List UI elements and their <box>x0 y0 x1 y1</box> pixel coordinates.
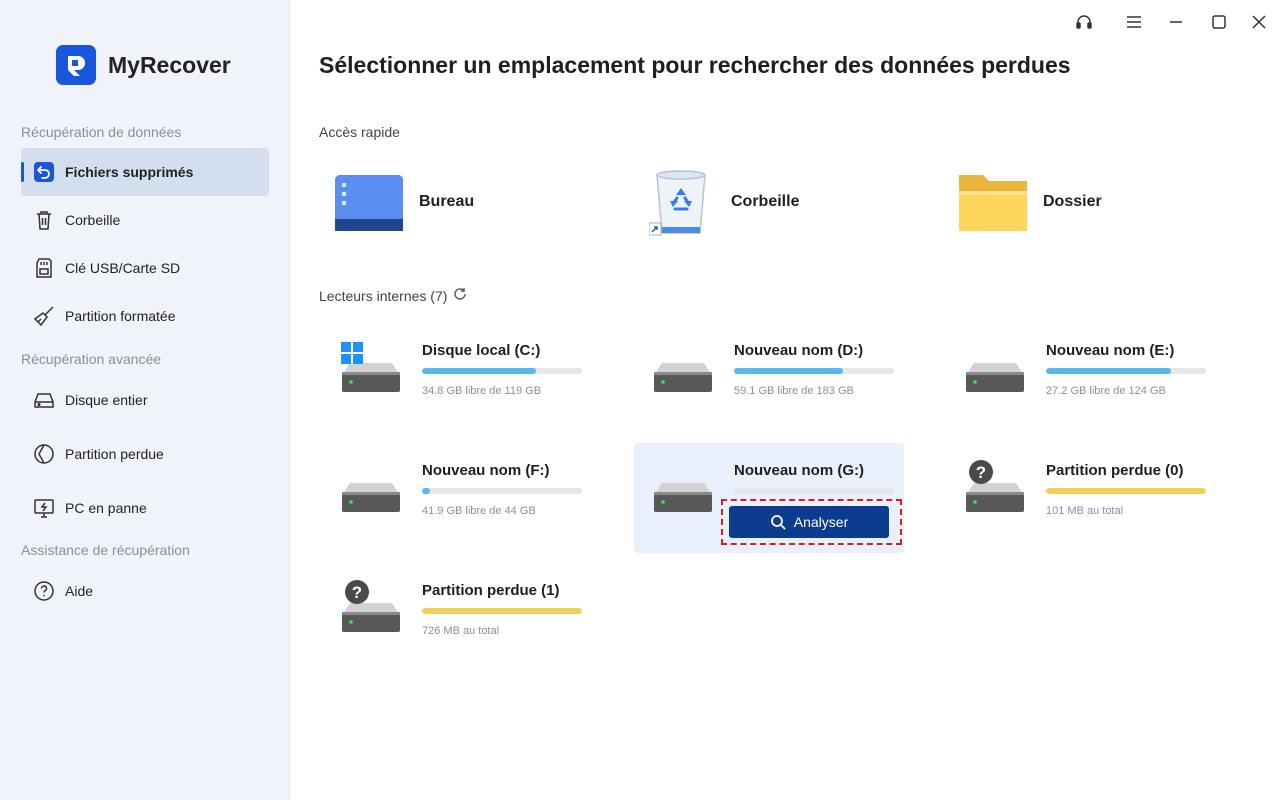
recycle-bin-icon <box>643 164 719 240</box>
help-icon <box>32 579 56 603</box>
drive-capacity: 41.9 GB libre de 44 GB <box>422 505 536 517</box>
lost-partition-drive-icon: ? <box>342 580 414 645</box>
trash-icon <box>32 208 56 232</box>
drive-capacity: 101 MB au total <box>1046 505 1124 517</box>
drive-name: Partition perdue (1) <box>422 582 560 599</box>
sidebar: MyRecover Récupération de données Fichie… <box>0 0 290 800</box>
sidebar-item-lost-partition[interactable]: Partition perdue <box>21 430 269 478</box>
section-title-advanced-recovery: Récupération avancée <box>21 351 162 367</box>
sidebar-item-label: Partition formatée <box>65 308 176 324</box>
drive-usage-bar <box>422 488 582 494</box>
desktop-icon <box>331 164 407 240</box>
section-title-recovery-assistance: Assistance de récupération <box>21 542 190 558</box>
sidebar-item-crashed-pc[interactable]: PC en panne <box>21 484 269 532</box>
drive-usage-bar <box>1046 488 1206 494</box>
hard-disk-icon <box>32 388 56 412</box>
hard-drive-icon <box>654 345 726 405</box>
refresh-icon[interactable] <box>453 287 469 303</box>
quick-item-recycle-bin[interactable]: Corbeille <box>643 164 943 240</box>
lost-partition-icon <box>32 442 56 466</box>
quick-item-label: Corbeille <box>731 193 800 210</box>
crashed-pc-icon <box>32 496 56 520</box>
drive-card[interactable]: ? Partition perdue (1) 726 MB au total <box>322 563 592 673</box>
sidebar-item-formatted-partition[interactable]: Partition formatée <box>21 292 269 340</box>
drive-usage-fill <box>734 368 843 374</box>
sidebar-item-label: Corbeille <box>65 212 121 228</box>
drive-usage-bar <box>734 368 894 374</box>
scan-button[interactable]: Analyser <box>729 506 889 538</box>
sidebar-item-help[interactable]: Aide <box>21 567 269 615</box>
hard-drive-icon <box>966 345 1038 405</box>
drive-capacity: 59.1 GB libre de 183 GB <box>734 385 854 397</box>
drive-usage-fill <box>422 608 582 614</box>
close-icon[interactable] <box>1247 10 1271 34</box>
folder-icon <box>955 164 1031 240</box>
minimize-icon[interactable] <box>1164 10 1188 34</box>
drive-card[interactable]: Disque local (C:) 34.8 GB libre de 119 GB <box>322 323 592 433</box>
svg-text:?: ? <box>976 463 986 482</box>
section-title-data-recovery: Récupération de données <box>21 124 182 140</box>
drive-usage-bar <box>734 488 894 494</box>
drive-card[interactable]: Nouveau nom (E:) 27.2 GB libre de 124 GB <box>946 323 1216 433</box>
quick-item-desktop[interactable]: Bureau <box>331 164 631 240</box>
page-title: Sélectionner un emplacement pour recherc… <box>319 52 1071 78</box>
drive-capacity: 27.2 GB libre de 124 GB <box>1046 385 1166 397</box>
sidebar-item-usb-sd[interactable]: Clé USB/Carte SD <box>21 244 269 292</box>
drive-capacity: 726 MB au total <box>422 625 500 637</box>
drive-name: Nouveau nom (D:) <box>734 342 864 359</box>
hard-drive-icon <box>342 465 414 525</box>
drive-card[interactable]: Nouveau nom (D:) 59.1 GB libre de 183 GB <box>634 323 904 433</box>
headset-icon[interactable] <box>1072 10 1096 34</box>
search-icon <box>770 514 786 530</box>
svg-text:?: ? <box>352 583 362 602</box>
drive-usage-bar <box>422 368 582 374</box>
sidebar-item-deleted-files[interactable]: Fichiers supprimés <box>21 148 269 196</box>
sd-card-icon <box>32 256 56 280</box>
sidebar-item-label: Aide <box>65 583 94 599</box>
drive-usage-fill <box>1046 368 1171 374</box>
sidebar-item-whole-disk[interactable]: Disque entier <box>21 376 269 424</box>
sidebar-item-label: Partition perdue <box>65 446 164 462</box>
quick-item-label: Bureau <box>419 193 475 210</box>
drive-name: Partition perdue (0) <box>1046 462 1184 479</box>
drive-usage-bar <box>1046 368 1206 374</box>
drive-usage-fill <box>1046 488 1206 494</box>
app-name: MyRecover <box>108 51 231 78</box>
maximize-icon[interactable] <box>1207 10 1231 34</box>
drive-usage-fill <box>422 488 430 494</box>
sidebar-item-recycle-bin[interactable]: Corbeille <box>21 196 269 244</box>
drive-name: Nouveau nom (G:) <box>734 462 864 479</box>
quick-item-folder[interactable]: Dossier <box>955 164 1255 240</box>
quick-access-label: Accès rapide <box>319 124 400 140</box>
lost-partition-drive-icon: ? <box>966 460 1038 525</box>
hard-drive-icon <box>341 342 414 405</box>
internal-drives-label: Lecteurs internes (7) <box>319 288 448 304</box>
sidebar-item-label: Disque entier <box>65 392 148 408</box>
menu-icon[interactable] <box>1122 10 1146 34</box>
drive-usage-bar <box>422 608 582 614</box>
drive-name: Disque local (C:) <box>422 342 541 359</box>
undo-icon <box>32 160 56 184</box>
app-logo: MyRecover <box>56 45 231 85</box>
drive-card[interactable]: Nouveau nom (F:) 41.9 GB libre de 44 GB <box>322 443 592 553</box>
sidebar-item-label: Fichiers supprimés <box>65 164 194 180</box>
drive-card[interactable]: ? Partition perdue (0) 101 MB au total <box>946 443 1216 553</box>
drive-capacity: 34.8 GB libre de 119 GB <box>422 385 542 397</box>
myrecover-logo-icon <box>56 45 96 85</box>
hard-drive-icon <box>654 465 726 525</box>
drive-name: Nouveau nom (F:) <box>422 462 550 479</box>
quick-item-label: Dossier <box>1043 193 1102 210</box>
drive-usage-fill <box>422 368 536 374</box>
sidebar-item-label: PC en panne <box>65 500 147 516</box>
scan-button-label: Analyser <box>793 514 849 530</box>
drive-name: Nouveau nom (E:) <box>1046 342 1175 359</box>
sidebar-item-label: Clé USB/Carte SD <box>65 260 181 276</box>
broom-icon <box>32 304 56 328</box>
